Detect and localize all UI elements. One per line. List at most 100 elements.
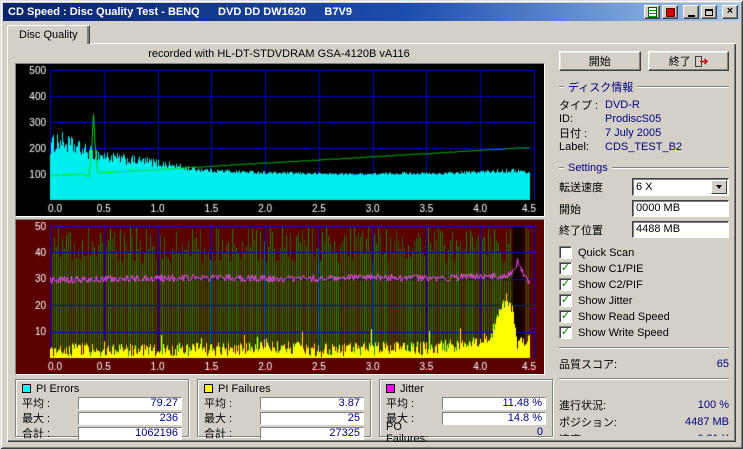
pi-errors-max-value: 236 bbox=[78, 412, 182, 425]
tabstrip: Disc Quality bbox=[7, 25, 90, 44]
checkmark-icon: ✓ bbox=[561, 263, 570, 274]
start-button[interactable]: 開始 bbox=[559, 51, 641, 71]
jitter-color-swatch bbox=[386, 384, 395, 393]
checkbox-row-show-c2-pif[interactable]: ✓Show C2/PIF bbox=[559, 277, 729, 292]
pi-errors-avg-value: 79.27 bbox=[78, 397, 182, 410]
jitter-title-row: Jitter bbox=[386, 382, 546, 395]
pi-errors-total-row: 合計 :1062196 bbox=[22, 426, 182, 440]
titlebar-buttons: × bbox=[644, 5, 740, 19]
header-line bbox=[559, 167, 564, 169]
transfer-speed-select[interactable]: 6 X bbox=[632, 178, 729, 196]
end-position-field[interactable]: 4488 MB bbox=[632, 221, 729, 238]
chevron-down-icon bbox=[716, 185, 722, 189]
checkmark-icon: ✓ bbox=[561, 327, 570, 338]
disc-id-value: ProdiscS05 bbox=[605, 113, 661, 125]
pi-errors-avg-row: 平均 :79.27 bbox=[22, 396, 182, 410]
disc-label-row: Label:CDS_TEST_B2 bbox=[559, 140, 729, 154]
max-label: 最大 : bbox=[204, 410, 260, 426]
transfer-speed-label: 転送速度 bbox=[559, 179, 603, 195]
pi-errors-color-swatch bbox=[22, 384, 31, 393]
jitter-avg-row: 平均 :11.48 % bbox=[386, 396, 546, 410]
show-jitter-checkbox[interactable]: ✓ bbox=[559, 294, 572, 307]
pi-failures-panel: PI Failures 平均 :3.87 最大 :25 合計 :27325 bbox=[197, 379, 371, 437]
exit-button[interactable]: 終了 bbox=[648, 51, 730, 71]
status-block: 進行状況: 100 % ポジション: 4487 MB 速度: 6.21 X bbox=[559, 396, 729, 436]
quick-scan-label: Quick Scan bbox=[578, 247, 634, 259]
quick-scan-checkbox[interactable] bbox=[559, 246, 572, 259]
pi-errors-max-row: 最大 :236 bbox=[22, 411, 182, 425]
exit-button-label: 終了 bbox=[669, 53, 691, 69]
tab-disc-quality[interactable]: Disc Quality bbox=[7, 25, 90, 44]
show-c2-pif-checkbox[interactable]: ✓ bbox=[559, 278, 572, 291]
pi-failures-color-swatch bbox=[204, 384, 213, 393]
titlebar[interactable]: CD Speed : Disc Quality Test - BENQ DVD … bbox=[3, 3, 740, 21]
settings-header: Settings bbox=[568, 162, 608, 174]
disc-type-row: タイプ :DVD-R bbox=[559, 98, 729, 112]
quality-score-label: 品質スコア: bbox=[559, 356, 617, 372]
green-document-icon bbox=[648, 7, 657, 18]
pi-failures-max-value: 25 bbox=[260, 412, 364, 425]
jitter-title: Jitter bbox=[400, 383, 424, 395]
disc-date-value: 7 July 2005 bbox=[605, 127, 661, 139]
start-position-row: 開始 0000 MB bbox=[559, 200, 729, 217]
jitter-avg-value: 11.48 % bbox=[442, 397, 546, 410]
recorded-with-note: recorded with HL-DT-STDVDRAM GSA-4120B v… bbox=[15, 48, 543, 60]
window-title: CD Speed : Disc Quality Test - BENQ DVD … bbox=[8, 6, 352, 18]
checkbox-row-show-c1-pie[interactable]: ✓Show C1/PIE bbox=[559, 261, 729, 276]
avg-label: 平均 : bbox=[386, 395, 442, 411]
quality-score-row: 品質スコア: 65 bbox=[559, 356, 729, 371]
jitter-panel: Jitter 平均 :11.48 % 最大 :14.8 % PO Failure… bbox=[379, 379, 553, 437]
pi-failures-total-value: 27325 bbox=[260, 427, 364, 440]
checkbox-row-show-write-speed[interactable]: ✓Show Write Speed bbox=[559, 325, 729, 340]
max-label: 最大 : bbox=[22, 410, 78, 426]
show-c1-pie-checkbox[interactable]: ✓ bbox=[559, 262, 572, 275]
maximize-button[interactable] bbox=[701, 5, 717, 19]
checkbox-row-show-jitter[interactable]: ✓Show Jitter bbox=[559, 293, 729, 308]
disc-date-row: 日付 :7 July 2005 bbox=[559, 126, 729, 140]
pi-failures-title-row: PI Failures bbox=[204, 382, 364, 395]
minimize-icon bbox=[688, 15, 695, 17]
transfer-speed-value: 6 X bbox=[633, 181, 711, 193]
show-write-speed-checkbox[interactable]: ✓ bbox=[559, 326, 572, 339]
side-panel: 開始 終了 ディスク情報 タイプ :DVD-R ID:ProdiscS05 日付… bbox=[559, 51, 729, 436]
avg-label: 平均 : bbox=[22, 395, 78, 411]
progress-label: 進行状況: bbox=[559, 397, 606, 413]
speed-value: 6.21 X bbox=[697, 433, 729, 437]
pi-failures-title: PI Failures bbox=[218, 383, 271, 395]
transfer-speed-dropdown-button[interactable] bbox=[711, 180, 727, 194]
progress-row: 進行状況: 100 % bbox=[559, 396, 729, 413]
maximize-icon bbox=[705, 9, 713, 16]
start-position-field[interactable]: 0000 MB bbox=[632, 200, 729, 217]
start-position-label: 開始 bbox=[559, 201, 581, 217]
minimize-button[interactable] bbox=[683, 5, 699, 19]
titlebar-extra-button-2[interactable] bbox=[662, 5, 678, 19]
titlebar-extra-button-1[interactable] bbox=[644, 5, 660, 19]
legend-panels: PI Errors 平均 :79.27 最大 :236 合計 :1062196 … bbox=[15, 379, 553, 437]
total-label: 合計 : bbox=[22, 425, 78, 441]
total-label: 合計 : bbox=[204, 425, 260, 441]
action-buttons: 開始 終了 bbox=[559, 51, 729, 71]
header-line bbox=[637, 86, 729, 88]
disc-info-header: ディスク情報 bbox=[568, 79, 633, 95]
position-value: 4487 MB bbox=[685, 416, 729, 428]
po-failures-label: PO Failures: bbox=[386, 421, 442, 445]
position-label: ポジション: bbox=[559, 414, 617, 430]
checkbox-row-quick-scan[interactable]: Quick Scan bbox=[559, 245, 729, 260]
divider bbox=[559, 347, 729, 349]
checkbox-row-show-read-speed[interactable]: ✓Show Read Speed bbox=[559, 309, 729, 324]
end-position-row: 終了位置 4488 MB bbox=[559, 221, 729, 238]
disc-type-label: タイプ : bbox=[559, 97, 605, 113]
red-record-icon bbox=[666, 8, 675, 17]
settings-header-row: Settings bbox=[559, 162, 729, 174]
pi-errors-title-row: PI Errors bbox=[22, 382, 182, 395]
quality-chart-canvas bbox=[15, 63, 545, 217]
close-icon: × bbox=[727, 6, 733, 17]
speed-row: 速度: 6.21 X bbox=[559, 430, 729, 436]
pi-failures-max-row: 最大 :25 bbox=[204, 411, 364, 425]
disc-type-value: DVD-R bbox=[605, 99, 640, 111]
pi-failures-total-row: 合計 :27325 bbox=[204, 426, 364, 440]
app-window: CD Speed : Disc Quality Test - BENQ DVD … bbox=[0, 0, 743, 449]
close-button[interactable]: × bbox=[722, 5, 738, 19]
position-row: ポジション: 4487 MB bbox=[559, 413, 729, 430]
show-read-speed-checkbox[interactable]: ✓ bbox=[559, 310, 572, 323]
